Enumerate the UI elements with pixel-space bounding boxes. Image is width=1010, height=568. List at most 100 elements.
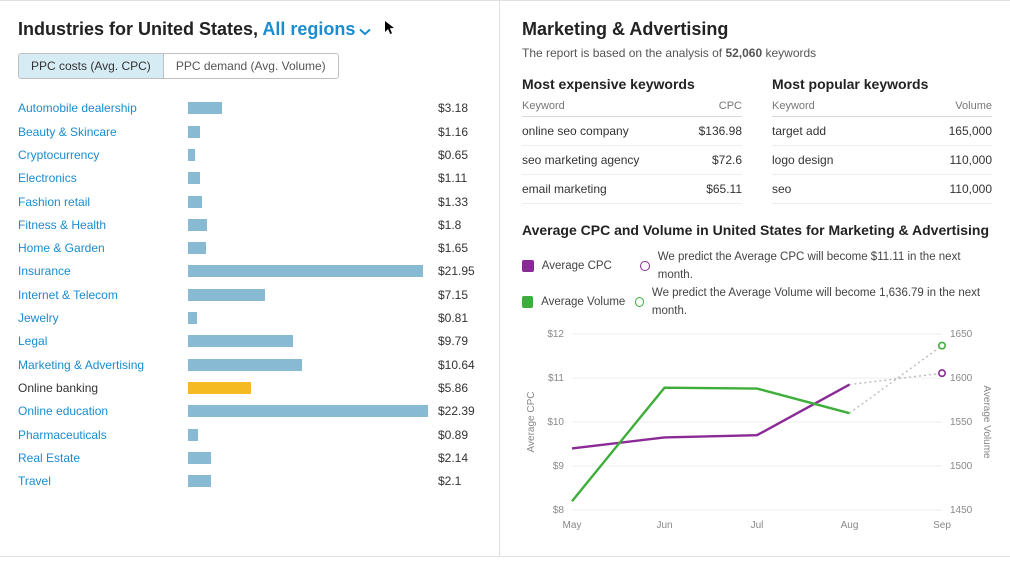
col-keyword: Keyword	[522, 100, 672, 112]
industry-label[interactable]: Cryptocurrency	[18, 148, 188, 162]
bar-track	[188, 100, 428, 116]
bar-fill	[188, 475, 211, 487]
industries-heading: Industries for United States, All region…	[18, 19, 477, 41]
bar-track	[188, 473, 428, 489]
bar-value: $5.86	[438, 381, 468, 395]
svg-text:$9: $9	[553, 461, 565, 472]
industry-row[interactable]: Real Estate $2.14	[18, 446, 477, 469]
industry-row[interactable]: Travel$2.1	[18, 470, 477, 493]
metric-toggle: PPC costs (Avg. CPC) PPC demand (Avg. Vo…	[18, 53, 339, 79]
cell-value: $65.11	[672, 182, 742, 196]
table-row: email marketing$65.11	[522, 175, 742, 204]
bar-value: $0.89	[438, 428, 468, 442]
bar-fill	[188, 102, 222, 114]
svg-text:1550: 1550	[950, 417, 973, 428]
cell-keyword: online seo company	[522, 124, 672, 138]
bar-fill	[188, 196, 202, 208]
expensive-keywords-table: Most expensive keywords Keyword CPC onli…	[522, 76, 742, 204]
bar-track	[188, 357, 428, 373]
industry-row[interactable]: Jewelry $0.81	[18, 306, 477, 329]
bar-fill	[188, 429, 198, 441]
industry-label[interactable]: Electronics	[18, 171, 188, 185]
bar-fill	[188, 126, 200, 138]
bar-fill	[188, 335, 293, 347]
table-row: target add165,000	[772, 117, 992, 146]
svg-text:May: May	[563, 520, 582, 531]
industry-row[interactable]: Beauty & Skincare $1.16	[18, 120, 477, 143]
region-dropdown[interactable]: All regions	[262, 19, 371, 39]
bar-value: $2.14	[438, 451, 468, 465]
industry-label[interactable]: Travel	[18, 474, 188, 488]
industry-row[interactable]: Fashion retail$1.33	[18, 190, 477, 213]
industry-label[interactable]: Online banking	[18, 381, 188, 395]
industry-row[interactable]: Home & Garden $1.65	[18, 237, 477, 260]
svg-text:1500: 1500	[950, 461, 973, 472]
table-row: seo110,000	[772, 175, 992, 204]
svg-text:1650: 1650	[950, 329, 973, 340]
industry-row[interactable]: Legal$9.79	[18, 330, 477, 353]
industry-label[interactable]: Legal	[18, 334, 188, 348]
tab-ppc-costs[interactable]: PPC costs (Avg. CPC)	[19, 54, 163, 78]
bar-fill	[188, 359, 302, 371]
bar-track	[188, 450, 428, 466]
industry-label[interactable]: Home & Garden	[18, 241, 188, 255]
industry-row[interactable]: Online banking $5.86	[18, 376, 477, 399]
legend-swatch-volume	[522, 296, 533, 308]
industry-label[interactable]: Online education	[18, 404, 188, 418]
bar-value: $1.65	[438, 241, 468, 255]
cell-keyword: seo	[772, 182, 922, 196]
bar-track	[188, 217, 428, 233]
popular-keywords-table: Most popular keywords Keyword Volume tar…	[772, 76, 992, 204]
industry-row[interactable]: Marketing & Advertising $10.64	[18, 353, 477, 376]
detail-title: Marketing & Advertising	[522, 19, 992, 40]
svg-text:1600: 1600	[950, 373, 973, 384]
industry-row[interactable]: Cryptocurrency$0.65	[18, 143, 477, 166]
bar-fill	[188, 219, 207, 231]
industry-label[interactable]: Internet & Telecom	[18, 288, 188, 302]
bar-value: $10.64	[438, 358, 475, 372]
industry-label[interactable]: Pharmaceuticals	[18, 428, 188, 442]
svg-text:Aug: Aug	[841, 520, 859, 531]
industry-label[interactable]: Marketing & Advertising	[18, 358, 188, 372]
industry-label[interactable]: Fitness & Health	[18, 218, 188, 232]
industry-row[interactable]: Internet & Telecom$7.15	[18, 283, 477, 306]
cell-value: 110,000	[922, 182, 992, 196]
cpc-prediction-text: We predict the Average CPC will become $…	[658, 248, 992, 284]
bar-value: $1.16	[438, 125, 468, 139]
legend-ring-volume	[635, 297, 644, 307]
bar-track	[188, 263, 428, 279]
industry-row[interactable]: Automobile dealership$3.18	[18, 97, 477, 120]
legend-ring-cpc	[640, 261, 650, 271]
industry-label[interactable]: Automobile dealership	[18, 101, 188, 115]
bar-track	[188, 147, 428, 163]
industry-row[interactable]: Online education$22.39	[18, 400, 477, 423]
industry-label[interactable]: Beauty & Skincare	[18, 125, 188, 139]
svg-text:1450: 1450	[950, 505, 973, 516]
bar-track	[188, 380, 428, 396]
bar-value: $0.81	[438, 311, 468, 325]
chevron-down-icon	[359, 20, 371, 41]
tab-ppc-demand[interactable]: PPC demand (Avg. Volume)	[163, 54, 338, 78]
industry-label[interactable]: Real Estate	[18, 451, 188, 465]
cell-value: 165,000	[922, 124, 992, 138]
cell-keyword: target add	[772, 124, 922, 138]
bar-fill	[188, 149, 195, 161]
bar-track	[188, 194, 428, 210]
industries-title-prefix: Industries for United States,	[18, 19, 262, 39]
bar-track	[188, 240, 428, 256]
industry-label[interactable]: Fashion retail	[18, 195, 188, 209]
industry-row[interactable]: Pharmaceuticals $0.89	[18, 423, 477, 446]
legend-swatch-cpc	[522, 260, 534, 272]
bar-fill	[188, 289, 265, 301]
cell-value: 110,000	[922, 153, 992, 167]
industry-label[interactable]: Insurance	[18, 264, 188, 278]
industry-row[interactable]: Electronics$1.11	[18, 167, 477, 190]
industry-row[interactable]: Insurance$21.95	[18, 260, 477, 283]
svg-text:Average CPC: Average CPC	[526, 392, 537, 453]
bar-track	[188, 333, 428, 349]
industry-label[interactable]: Jewelry	[18, 311, 188, 325]
bar-fill	[188, 452, 211, 464]
cell-value: $136.98	[672, 124, 742, 138]
svg-text:Sep: Sep	[933, 520, 951, 531]
industry-row[interactable]: Fitness & Health$1.8	[18, 213, 477, 236]
